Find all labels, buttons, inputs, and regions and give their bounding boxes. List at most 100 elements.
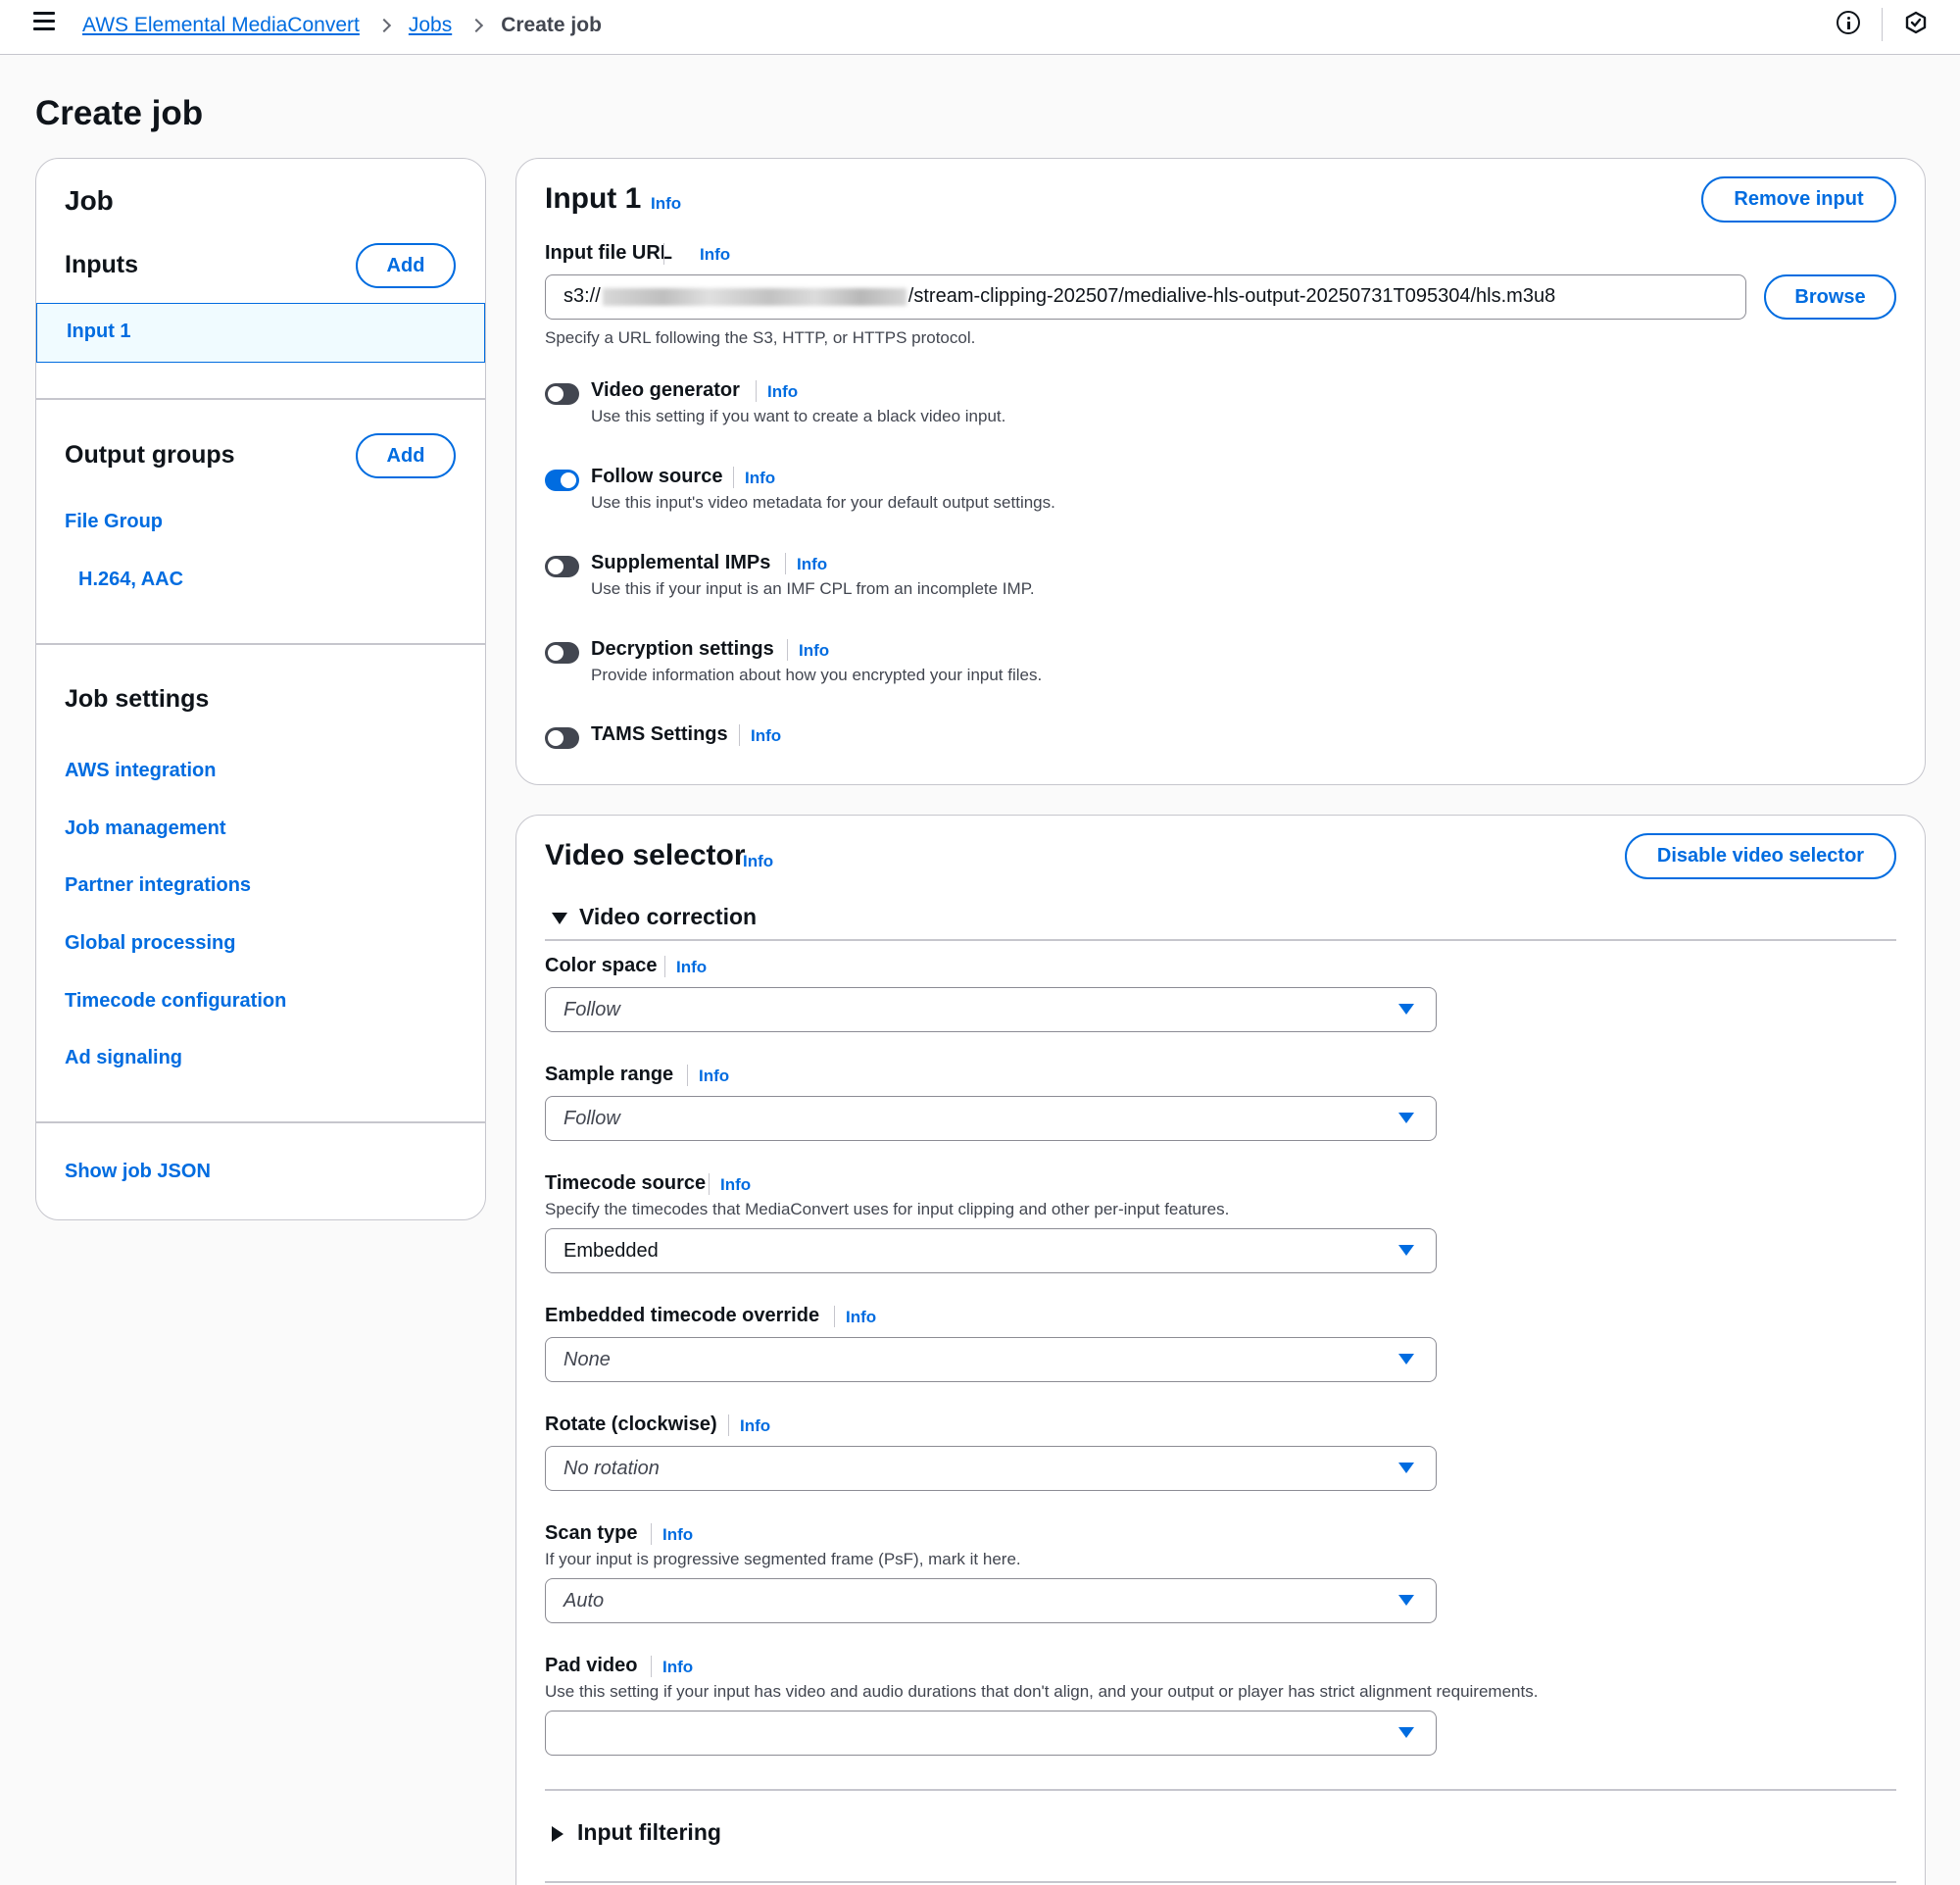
select-value: Embedded xyxy=(564,1240,659,1262)
toolbar-divider xyxy=(1882,8,1883,41)
breadcrumb-jobs-link[interactable]: Jobs xyxy=(409,14,452,37)
input-file-url-field[interactable]: s3:// /stream-clipping-202507/medialive-h… xyxy=(545,274,1746,320)
decryption-settings-toggle[interactable] xyxy=(545,642,579,664)
color-space-select[interactable]: Follow xyxy=(545,987,1437,1032)
nav-item-job-management[interactable]: Job management xyxy=(65,818,225,840)
info-link[interactable]: Info xyxy=(699,1067,729,1086)
info-link[interactable]: Info xyxy=(767,382,798,402)
job-settings-heading: Job settings xyxy=(65,685,210,713)
select-value: Follow xyxy=(564,1108,620,1129)
select-value: Auto xyxy=(564,1590,605,1612)
scan-type-select[interactable]: Auto xyxy=(545,1578,1437,1623)
info-link[interactable]: Info xyxy=(797,555,827,574)
sample-range-select[interactable]: Follow xyxy=(545,1096,1437,1141)
follow-source-description: Use this input's video metadata for your… xyxy=(591,493,1055,512)
tams-settings-toggle[interactable] xyxy=(545,727,579,749)
input-filtering-expander[interactable]: Input filtering xyxy=(552,1819,721,1846)
pad-video-label: Pad video xyxy=(545,1655,638,1676)
supplemental-imps-label: Supplemental IMPs xyxy=(591,552,771,573)
nav-item-file-group[interactable]: File Group xyxy=(65,511,163,533)
browse-button[interactable]: Browse xyxy=(1764,274,1896,320)
label-separator xyxy=(687,1065,688,1086)
inputs-heading: Inputs xyxy=(65,251,138,278)
info-link[interactable]: Info xyxy=(720,1175,751,1195)
chevron-right-icon xyxy=(469,18,484,33)
label-separator xyxy=(709,1173,710,1195)
video-generator-toggle[interactable] xyxy=(545,383,579,405)
breadcrumb-current: Create job xyxy=(501,14,602,36)
rotate-label: Rotate (clockwise) xyxy=(545,1414,717,1435)
info-link[interactable]: Info xyxy=(740,1416,770,1436)
info-link[interactable]: Info xyxy=(745,469,775,488)
job-heading: Job xyxy=(65,185,114,216)
timecode-source-select[interactable]: Embedded xyxy=(545,1228,1437,1273)
info-link[interactable]: Info xyxy=(700,245,730,265)
label-separator xyxy=(739,724,740,746)
divider xyxy=(545,939,1896,941)
caret-right-icon xyxy=(552,1825,564,1842)
nav-item-output-h264-aac[interactable]: H.264, AAC xyxy=(78,569,183,591)
disable-video-selector-button[interactable]: Disable video selector xyxy=(1625,833,1896,879)
breadcrumb-service-link[interactable]: AWS Elemental MediaConvert xyxy=(82,14,360,37)
nav-item-input-1[interactable]: Input 1 xyxy=(36,303,485,363)
divider xyxy=(36,398,485,400)
page-title: Create job xyxy=(35,94,204,132)
nav-item-timecode-configuration[interactable]: Timecode configuration xyxy=(65,990,286,1013)
add-output-group-button[interactable]: Add xyxy=(356,433,456,478)
input-title: Input 1 xyxy=(545,182,642,215)
input-1-panel: Input 1 Info Remove input Input file URL… xyxy=(515,158,1926,785)
video-generator-label: Video generator xyxy=(591,379,740,401)
caret-down-icon xyxy=(1398,1595,1414,1606)
label-separator xyxy=(834,1306,835,1327)
nav-item-global-processing[interactable]: Global processing xyxy=(65,932,235,955)
info-link[interactable]: Info xyxy=(676,958,707,977)
info-link[interactable]: Info xyxy=(751,726,781,746)
follow-source-toggle[interactable] xyxy=(545,470,579,491)
divider xyxy=(36,643,485,645)
sample-range-label: Sample range xyxy=(545,1064,674,1085)
label-separator xyxy=(756,380,757,402)
select-value: Follow xyxy=(564,999,620,1020)
divider xyxy=(36,1121,485,1123)
info-link[interactable]: Info xyxy=(662,1525,693,1545)
rotate-select[interactable]: No rotation xyxy=(545,1446,1437,1491)
menu-icon[interactable] xyxy=(33,12,55,31)
info-link[interactable]: Info xyxy=(799,641,829,661)
info-link[interactable]: Info xyxy=(651,194,681,214)
select-value: No rotation xyxy=(564,1458,660,1479)
video-correction-heading: Video correction xyxy=(579,904,758,929)
timecode-source-label: Timecode source xyxy=(545,1172,707,1194)
video-generator-description: Use this setting if you want to create a… xyxy=(591,407,1006,425)
nav-item-label: Input 1 xyxy=(67,321,131,342)
output-groups-heading: Output groups xyxy=(65,441,235,469)
embedded-timecode-override-select[interactable]: None xyxy=(545,1337,1437,1382)
nav-item-ad-signaling[interactable]: Ad signaling xyxy=(65,1047,182,1069)
url-prefix: s3:// xyxy=(564,285,601,307)
pad-video-select[interactable] xyxy=(545,1711,1437,1756)
label-separator xyxy=(663,243,664,265)
chevron-right-icon xyxy=(376,18,391,33)
info-panel-icon[interactable] xyxy=(1837,11,1860,34)
redacted-bucket-name xyxy=(602,287,906,306)
decryption-settings-label: Decryption settings xyxy=(591,638,774,660)
nav-item-aws-integration[interactable]: AWS integration xyxy=(65,760,216,782)
video-correction-expander[interactable]: Video correction xyxy=(552,904,757,930)
nav-item-partner-integrations[interactable]: Partner integrations xyxy=(65,874,251,897)
caret-down-icon xyxy=(1398,1245,1414,1256)
label-separator xyxy=(785,553,786,574)
label-separator xyxy=(728,1414,729,1436)
video-selector-panel: Video selector Info Disable video select… xyxy=(515,815,1926,1885)
info-link[interactable]: Info xyxy=(846,1308,876,1327)
add-input-button[interactable]: Add xyxy=(356,243,456,288)
job-navigation-panel: Job Inputs Add Input 1 Output groups Add… xyxy=(35,158,486,1220)
show-job-json-link[interactable]: Show job JSON xyxy=(65,1161,211,1183)
info-link[interactable]: Info xyxy=(743,852,773,871)
info-link[interactable]: Info xyxy=(662,1658,693,1677)
divider xyxy=(545,1881,1896,1883)
supplemental-imps-toggle[interactable] xyxy=(545,556,579,577)
remove-input-button[interactable]: Remove input xyxy=(1701,176,1896,223)
tams-settings-label: TAMS Settings xyxy=(591,723,728,745)
notifications-hexagon-icon[interactable] xyxy=(1904,11,1928,34)
video-selector-title: Video selector xyxy=(545,839,746,871)
scan-type-label: Scan type xyxy=(545,1522,638,1544)
